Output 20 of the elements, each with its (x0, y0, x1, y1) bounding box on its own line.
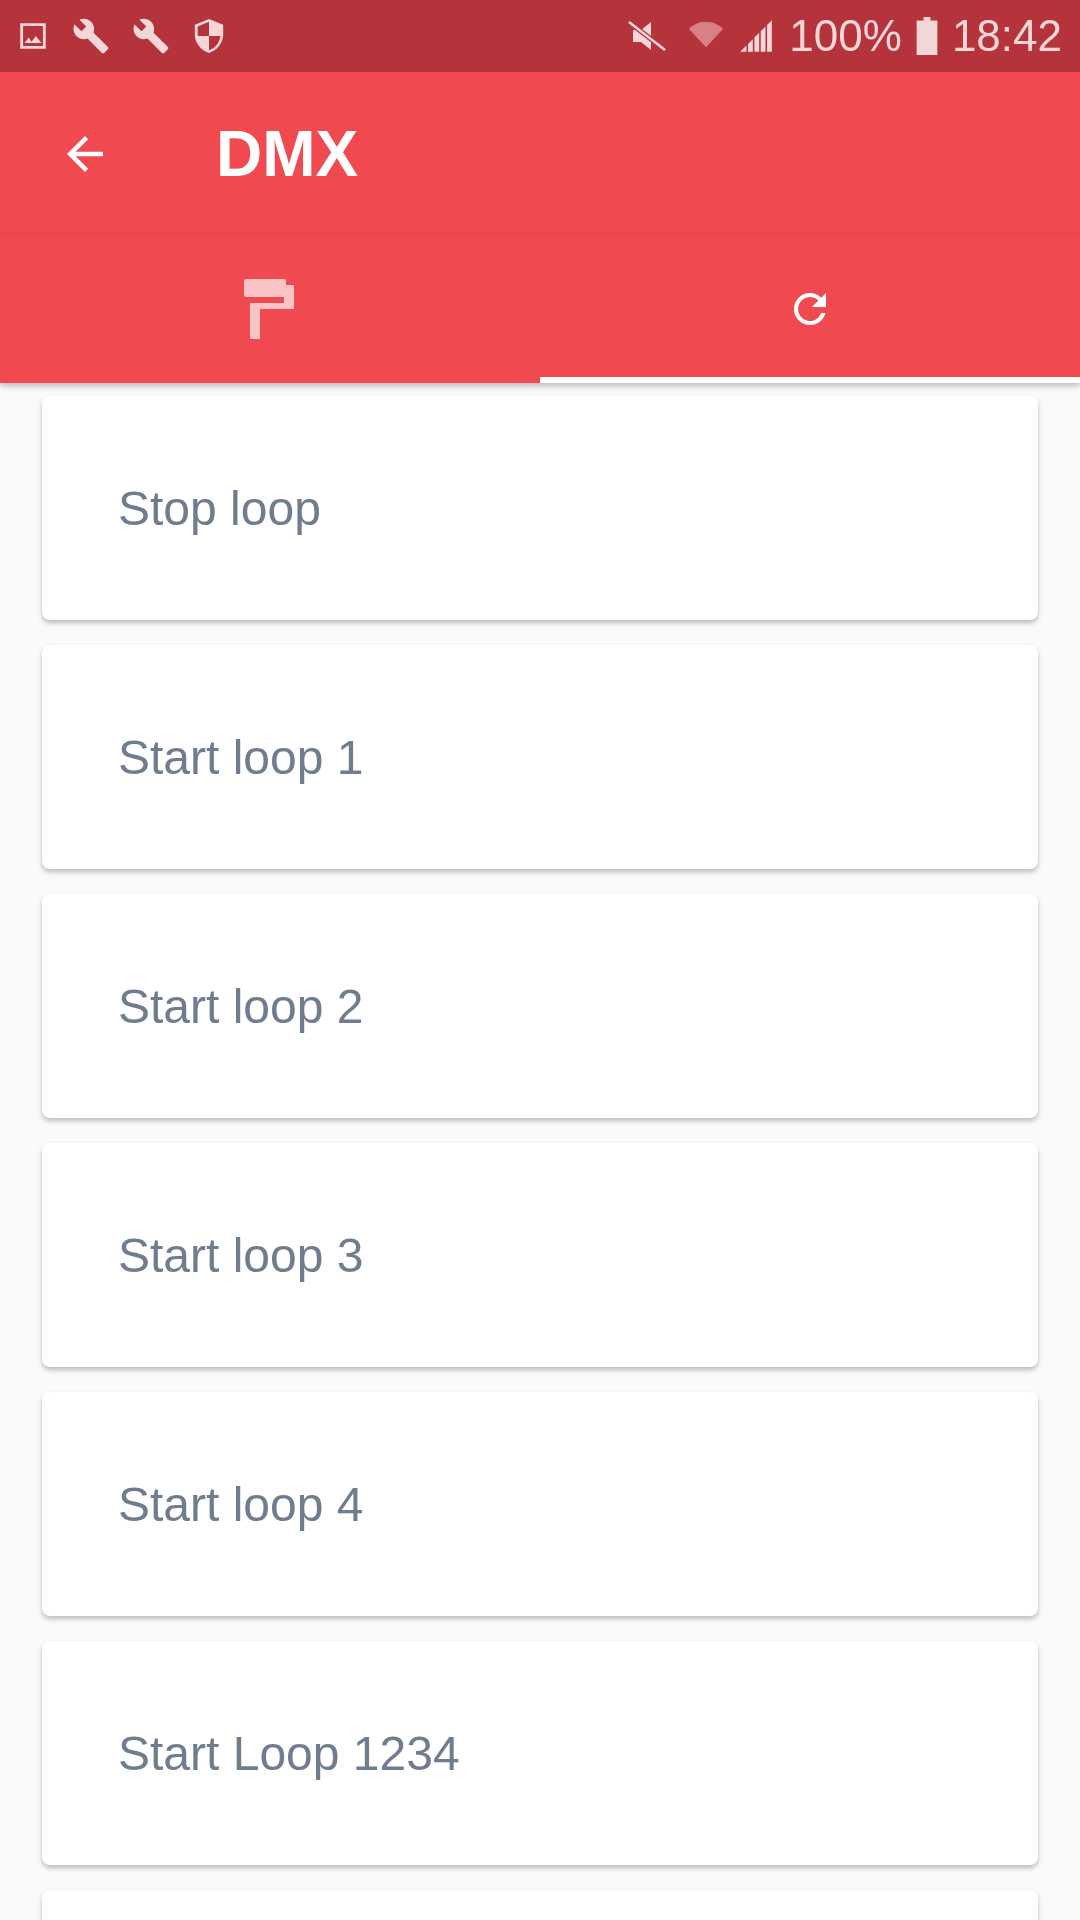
action-card[interactable]: Stop loop (42, 396, 1038, 620)
wrench-icon (72, 17, 110, 55)
action-label: Start loop 3 (118, 1227, 364, 1283)
action-label: Start loop 4 (118, 1476, 364, 1532)
action-card[interactable]: Start loop 1 (42, 645, 1038, 869)
action-card[interactable]: Start loop 2 (42, 894, 1038, 1118)
clock-time: 18:42 (951, 11, 1062, 61)
action-label: Stop loop (118, 480, 321, 536)
battery-percentage: 100% (789, 11, 902, 61)
action-label: Start loop 1 (118, 729, 364, 785)
action-card[interactable]: Start loop 3 (42, 1143, 1038, 1367)
screen-title: DMX (216, 116, 359, 191)
action-card[interactable]: Start loop 4 (42, 1392, 1038, 1616)
battery-icon (915, 17, 938, 55)
action-label: Start Loop 1234 (118, 1725, 460, 1781)
action-label: Start loop 2 (118, 978, 364, 1034)
shield-icon (192, 17, 226, 55)
paint-roller-icon (244, 279, 296, 339)
wrench-icon (132, 17, 170, 55)
action-card[interactable]: Start Loop 1234 (42, 1641, 1038, 1865)
